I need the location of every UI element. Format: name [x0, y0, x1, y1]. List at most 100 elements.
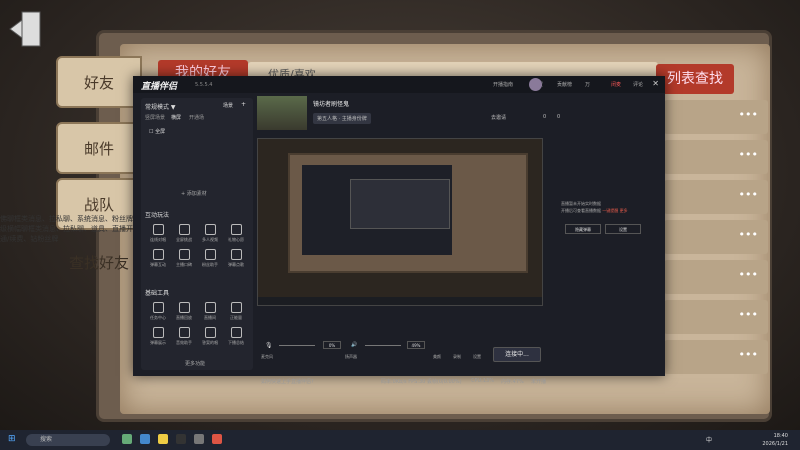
tab-mail[interactable]: 邮件 — [56, 122, 142, 174]
remind-link[interactable]: 一键提醒 — [602, 208, 618, 213]
scene-tab[interactable]: 竖屏场景 — [145, 114, 165, 121]
preview-nested-window — [350, 179, 450, 229]
more-dots[interactable]: ••• — [739, 268, 758, 281]
start-icon[interactable]: ⊞ — [8, 434, 16, 444]
mic-label: 麦克风 — [261, 354, 273, 359]
connect-button[interactable]: 连接中... — [493, 347, 541, 362]
interaction-item[interactable]: 粉丝助手 — [197, 249, 223, 268]
interaction-item[interactable]: 主播口碑 — [171, 249, 197, 268]
comment-link[interactable]: 评论 — [633, 81, 643, 88]
invite-button[interactable]: 去邀请 — [491, 114, 506, 121]
list-item[interactable]: ••• — [664, 100, 768, 134]
tool-item[interactable]: 正能量 — [223, 302, 249, 321]
stream-thumbnail[interactable] — [257, 96, 307, 130]
game-icon[interactable] — [194, 434, 204, 444]
panel-settings-button[interactable]: 设置 — [605, 224, 641, 234]
feature-icon — [178, 224, 190, 235]
app-icon[interactable] — [122, 434, 132, 444]
cpu-readout: CPU:13% — [471, 378, 494, 384]
category-tag[interactable]: 第五人格 · 主播身份牌 — [313, 113, 371, 124]
item-label: 下播总结 — [228, 340, 244, 345]
mic-percent[interactable]: 0% — [323, 341, 341, 349]
more-features-button[interactable]: 更多功能 — [185, 360, 205, 367]
mute-button[interactable]: 闭麦 — [611, 81, 621, 88]
interaction-item[interactable]: 弹幕互动 — [145, 249, 171, 268]
feature-icon — [152, 249, 164, 260]
mic-slider[interactable] — [279, 345, 315, 346]
item-label: 答案的唱 — [202, 340, 218, 345]
feature-icon — [230, 249, 242, 260]
mode-select[interactable]: 常规模式 ▼ — [145, 102, 176, 111]
list-item[interactable]: ••• — [664, 220, 768, 254]
start-guide-link[interactable]: 开播指南 — [493, 81, 513, 88]
control-settings-button[interactable]: 设置 — [473, 354, 481, 360]
scene-tab[interactable]: 横屏 — [171, 114, 181, 121]
more-dots[interactable]: ••• — [739, 108, 758, 121]
mic-icon[interactable]: 🎙 — [265, 342, 273, 349]
list-item[interactable]: ••• — [664, 340, 768, 374]
stream-title[interactable]: 镜坊者刷怪鬼 — [313, 99, 349, 108]
add-material-button[interactable]: + 添加素材 — [181, 190, 207, 197]
tools-grid: 任务中心 直播回放 直播间 正能量 弹幕展示 音效助手 答案的唱 下播总结 — [145, 302, 249, 346]
tool-item[interactable]: 音效助手 — [171, 327, 197, 346]
record-button[interactable]: 录制 — [453, 354, 461, 360]
hide-danmaku-button[interactable]: 隐藏弹幕 — [565, 224, 601, 234]
tool-item[interactable]: 弹幕展示 — [145, 327, 171, 346]
more-link[interactable]: 更多 — [620, 208, 628, 213]
more-dots[interactable]: ••• — [739, 188, 758, 201]
interaction-item[interactable]: 全屏挑战 — [171, 224, 197, 243]
tool-item[interactable]: 下播总结 — [223, 327, 249, 346]
stream-preview[interactable] — [257, 138, 543, 306]
beauty-button[interactable]: 美颜 — [433, 354, 441, 360]
close-icon[interactable]: ✕ — [652, 79, 659, 88]
live-status: 未开播 — [531, 379, 547, 385]
likes-count: 0 — [557, 114, 561, 120]
tool-item[interactable]: 任务中心 — [145, 302, 171, 321]
exit-door-icon[interactable] — [8, 8, 46, 50]
help-link[interactable]: 如何快速上手直播伴侣? — [261, 378, 314, 385]
edge-icon[interactable] — [140, 434, 150, 444]
more-dots[interactable]: ••• — [739, 228, 758, 241]
terminal-icon[interactable] — [176, 434, 186, 444]
wan-label: 万 — [585, 82, 591, 88]
item-label: 粉丝助手 — [202, 262, 218, 267]
list-item[interactable]: ••• — [664, 260, 768, 294]
speaker-slider[interactable] — [365, 345, 401, 346]
scene-label[interactable]: 场景 — [223, 102, 233, 109]
clock[interactable]: 18:40 2026/1/21 — [762, 432, 788, 448]
item-label: 直播间 — [204, 315, 216, 320]
tool-item[interactable]: 直播间 — [197, 302, 223, 321]
fps-readout: 码率:0Kb/s FPS:30 丢帧(0/0.00%) — [381, 379, 462, 385]
more-dots[interactable]: ••• — [739, 348, 758, 361]
interaction-item[interactable]: 连线对唱 — [145, 224, 171, 243]
taskbar-search[interactable]: 搜索 — [26, 434, 110, 446]
tool-item[interactable]: 直播回放 — [171, 302, 197, 321]
interaction-grid: 连线对唱 全屏挑战 多人视频 礼物心愿 弹幕互动 主播口碑 粉丝助手 弹幕点歌 — [145, 224, 249, 268]
tab-friends[interactable]: 好友 — [56, 56, 142, 108]
speaker-percent[interactable]: 49% — [407, 341, 425, 349]
list-item[interactable]: ••• — [664, 300, 768, 334]
streaming-app-icon[interactable] — [212, 434, 222, 444]
add-scene-button[interactable]: + — [241, 101, 246, 108]
clock-time: 18:40 — [773, 433, 788, 439]
more-dots[interactable]: ••• — [739, 148, 758, 161]
list-item[interactable]: ••• — [664, 140, 768, 174]
ime-language[interactable]: 中 — [706, 435, 712, 444]
list-find-button[interactable]: 列表查找 — [656, 64, 734, 94]
contribution-link[interactable]: 贡献榜 — [557, 81, 572, 88]
avatar[interactable] — [529, 78, 542, 91]
interaction-item[interactable]: 礼物心愿 — [223, 224, 249, 243]
control-bar: 🎙 麦克风 0% 🔊 扬声器 49% 美颜 录制 设置 — [257, 340, 665, 370]
tool-item[interactable]: 答案的唱 — [197, 327, 223, 346]
item-label: 正能量 — [230, 315, 242, 320]
interaction-item[interactable]: 多人视频 — [197, 224, 223, 243]
speaker-icon[interactable]: 🔊 — [351, 342, 357, 348]
scene-tab[interactable]: 开通场 — [189, 114, 204, 121]
item-label: 礼物心愿 — [228, 237, 244, 242]
interaction-item[interactable]: 弹幕点歌 — [223, 249, 249, 268]
list-item[interactable]: ••• — [664, 180, 768, 214]
more-dots[interactable]: ••• — [739, 308, 758, 321]
feature-icon — [204, 302, 216, 313]
folder-icon[interactable] — [158, 434, 168, 444]
scene-item[interactable]: ☐ 全屏 — [149, 128, 165, 135]
